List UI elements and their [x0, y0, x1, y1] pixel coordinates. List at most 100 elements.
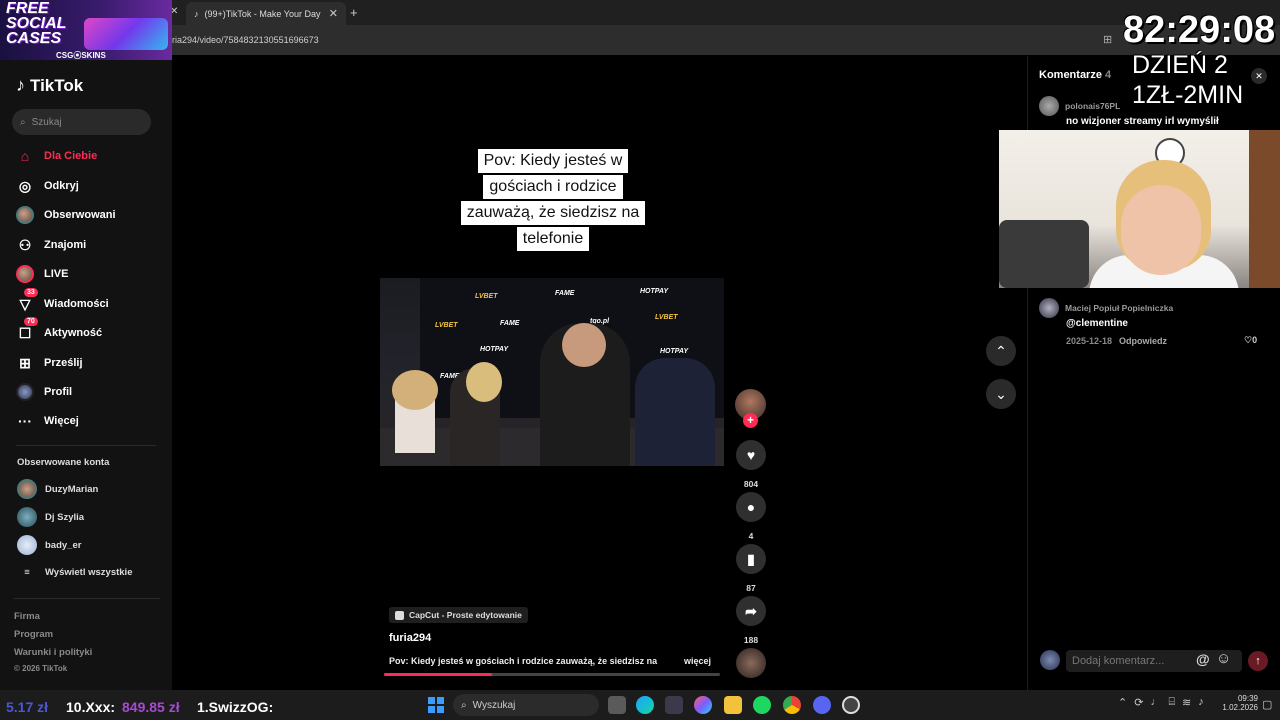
chrome-icon[interactable] — [783, 696, 801, 714]
capcut-link[interactable]: CapCut - Proste edytowanie — [389, 607, 528, 623]
chevron-up-icon[interactable]: ⌃ — [1118, 696, 1127, 709]
avatar[interactable] — [1039, 298, 1059, 318]
notifications-icon[interactable]: ▢ — [1262, 698, 1272, 711]
comment-button[interactable]: ● 4 — [735, 492, 767, 541]
close-comments-icon[interactable]: ✕ — [1251, 68, 1267, 84]
mention-icon[interactable]: @ — [1196, 651, 1210, 667]
video-player[interactable]: LVBET FAME HOTPAY LVBET FAME tgo.pl LVBE… — [380, 278, 724, 466]
screen: ✕ ♪ (99+)TikTok - Make Your Day ✕ + ria2… — [0, 0, 1280, 720]
donation-name: 10.Xxx: — [66, 699, 116, 715]
footer-link-terms[interactable]: Warunki i polityki — [14, 647, 92, 658]
file-explorer-icon[interactable] — [724, 696, 742, 714]
send-icon[interactable]: ↑ — [1248, 651, 1268, 671]
sidebar-item-label: LIVE — [44, 268, 69, 280]
followed-accounts-header: Obserwowane konta — [17, 457, 110, 468]
caption-line: Pov: Kiedy jesteś w — [477, 149, 629, 173]
account-name: DuzyMarian — [45, 483, 99, 495]
previous-video-button[interactable]: ⌃ — [986, 336, 1016, 366]
upload-icon: ⊞ — [19, 354, 31, 371]
bookmark-icon: ▮ — [736, 544, 766, 574]
search-input[interactable]: ⌕ Szukaj — [12, 109, 151, 135]
progress-fill — [384, 673, 492, 676]
network-icon[interactable]: ⌸ — [1168, 696, 1175, 709]
video-progress-bar[interactable] — [384, 673, 720, 676]
edge-icon[interactable] — [636, 696, 654, 714]
stream-timer: 82:29:08 — [1123, 9, 1276, 51]
avatar — [17, 479, 37, 499]
sidebar-item-activity[interactable]: ☐ 70 Aktywność — [16, 317, 102, 342]
copilot-icon[interactable] — [694, 696, 712, 714]
sidebar-item-messages[interactable]: ▽ 33 Wiadomości — [16, 288, 109, 313]
emoji-icon[interactable]: ☺ — [1216, 650, 1231, 667]
tab-title: (99+)TikTok - Make Your Day — [204, 8, 321, 19]
task-view-icon[interactable] — [608, 696, 626, 714]
sidebar-item-more[interactable]: ··· Więcej — [16, 412, 79, 430]
share-count: 188 — [743, 635, 759, 645]
tab-close-icon[interactable]: ✕ — [329, 7, 338, 20]
sidebar-item-for-you[interactable]: ⌂ Dla Ciebie — [16, 147, 97, 165]
video-author[interactable]: furia294 — [389, 632, 431, 644]
mic-icon[interactable]: ♩ — [1150, 696, 1161, 709]
person-hair — [392, 370, 438, 410]
caption-line: zauważą, że siedzisz na — [460, 201, 646, 225]
store-icon[interactable] — [665, 696, 683, 714]
logo-text: TikTok — [30, 75, 84, 95]
sidebar-item-following[interactable]: Obserwowani — [16, 206, 116, 224]
followed-account[interactable]: Dj Szylia — [17, 507, 84, 527]
reply-link[interactable]: Odpowiedz — [1119, 336, 1167, 346]
taskbar-search[interactable]: ⌕ Wyszukaj — [453, 694, 599, 716]
browser-tab-tiktok[interactable]: ♪ (99+)TikTok - Make Your Day ✕ — [186, 2, 346, 25]
comment-like-button[interactable]: ♡0 — [1244, 335, 1257, 346]
spotify-icon[interactable] — [753, 696, 771, 714]
person-hair — [466, 362, 502, 402]
person-face — [1121, 185, 1201, 275]
sidebar-item-live[interactable]: LIVE — [16, 265, 68, 283]
music-disc-icon[interactable] — [736, 648, 766, 678]
sidebar-item-label: Odkryj — [44, 180, 79, 192]
messages-badge: 33 — [24, 288, 38, 297]
footer-link-program[interactable]: Program — [14, 629, 53, 640]
next-video-button[interactable]: ⌄ — [986, 379, 1016, 409]
comment-text: @clementine — [1066, 318, 1128, 329]
volume-icon[interactable]: ♪ — [1198, 696, 1204, 709]
comment-icon: ● — [736, 492, 766, 522]
system-tray: ⌃ ⟳ ♩ ⌸ ≋ ♪ — [1118, 696, 1204, 709]
wifi-icon[interactable]: ≋ — [1182, 696, 1191, 709]
avatar-icon — [16, 206, 34, 224]
sidebar-item-explore[interactable]: ◎ Odkryj — [16, 177, 79, 195]
sidebar-item-profile[interactable]: Profil — [16, 383, 72, 401]
footer-link-company[interactable]: Firma — [14, 611, 40, 622]
share-button[interactable]: ➦ 188 — [735, 596, 767, 645]
avatar — [17, 535, 37, 555]
taskbar-clock[interactable]: 09:39 1.02.2026 — [1222, 694, 1258, 712]
show-all-accounts[interactable]: ≡ Wyświetl wszystkie — [17, 567, 132, 578]
like-button[interactable]: ♥ 804 — [735, 440, 767, 489]
donation-ticker: 5.17 zł — [6, 699, 49, 715]
account-name: bady_er — [45, 539, 82, 551]
save-button[interactable]: ▮ 87 — [735, 544, 767, 593]
banner-logo: HOTPAY — [660, 348, 689, 355]
heart-icon: ♥ — [736, 440, 766, 470]
new-tab-icon[interactable]: + — [350, 5, 358, 20]
follow-plus-icon[interactable]: + — [743, 413, 758, 428]
obs-icon[interactable] — [842, 696, 860, 714]
sofa — [999, 220, 1089, 288]
more-link[interactable]: więcej — [684, 656, 711, 666]
windows-start-icon[interactable] — [428, 697, 444, 713]
banner-logo: LVBET — [475, 293, 498, 300]
comment-user[interactable]: polonais76PL — [1065, 101, 1120, 111]
translate-icon[interactable]: ⊞ — [1103, 33, 1112, 46]
promo-art — [84, 18, 168, 50]
sidebar-item-upload[interactable]: ⊞ Prześlij — [16, 354, 82, 372]
comment-user[interactable]: Maciej Popiuł Popielniczka — [1065, 303, 1173, 313]
followed-account[interactable]: DuzyMarian — [17, 479, 98, 499]
tiktok-logo[interactable]: ♪ TikTok — [16, 75, 83, 96]
clock-date: 1.02.2026 — [1222, 703, 1258, 712]
avatar[interactable] — [1039, 96, 1059, 116]
sync-icon[interactable]: ⟳ — [1134, 696, 1143, 709]
followed-account[interactable]: bady_er — [17, 535, 81, 555]
url-text[interactable]: ria294/video/7584832130551696673 — [172, 35, 319, 45]
discord-icon[interactable] — [813, 696, 831, 714]
sidebar-item-friends[interactable]: ⚇ Znajomi — [16, 236, 86, 254]
search-icon: ⌕ — [20, 116, 26, 128]
